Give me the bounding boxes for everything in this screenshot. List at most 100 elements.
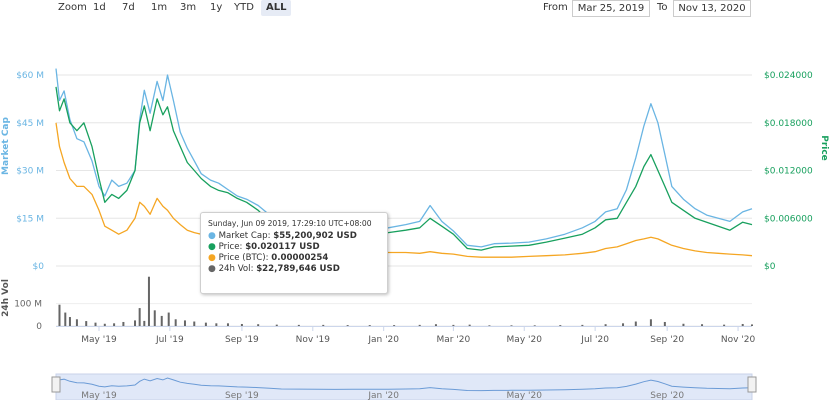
navigator-tick-label: May '20 <box>507 391 543 400</box>
volume-bar <box>122 321 125 326</box>
x-tick-label: Mar '20 <box>436 335 470 345</box>
volume-bar <box>134 320 137 326</box>
x-tick-label: May '20 <box>507 335 543 345</box>
tooltip-date: Sunday, Jun 09 2019, 17:29:10 UTC+08:00 <box>208 219 372 228</box>
volume-bar <box>622 323 625 326</box>
volume-bar <box>533 325 536 326</box>
volume-bar <box>138 308 141 326</box>
y-right-tick-label: $0.006000 <box>764 214 813 224</box>
y-left-axis-title: Market Cap <box>1 117 11 175</box>
volume-bar <box>160 315 163 326</box>
volume-bar <box>741 323 744 326</box>
volume-bar <box>64 312 67 326</box>
volume-bar <box>193 321 196 326</box>
tooltip-row-price-btc: ● Price (BTC): 0.00000254 <box>208 253 380 264</box>
volume-bar <box>153 310 156 326</box>
navigator-tick-label: Sep '19 <box>225 391 259 400</box>
volume-bar <box>174 319 177 326</box>
volume-bar <box>452 324 455 326</box>
navigator-handle[interactable] <box>747 376 757 393</box>
volume-bar <box>297 324 300 326</box>
volume-bar <box>434 324 437 326</box>
tooltip-row-market-cap: ● Market Cap: $55,200,902 USD <box>208 231 380 242</box>
x-tick-label: Jul '20 <box>580 335 609 345</box>
volume-bar <box>147 276 150 326</box>
x-tick-label: Nov '19 <box>296 335 331 345</box>
volume-bar <box>393 325 396 326</box>
x-tick-label: May '19 <box>81 335 117 345</box>
x-tick-label: Nov '20 <box>721 335 756 345</box>
market-cap-line <box>55 68 753 248</box>
volume-bar <box>75 319 78 326</box>
volume-bar <box>240 323 243 326</box>
navigator-handle[interactable] <box>51 376 61 393</box>
volume-bar <box>663 321 666 326</box>
volume-bar <box>346 325 349 326</box>
volume-bar <box>322 324 325 326</box>
price-dot-icon: ● <box>208 242 216 252</box>
volume-bar <box>510 325 513 326</box>
market-cap-dot-icon: ● <box>208 231 216 241</box>
volume-bar <box>204 322 207 326</box>
y-left-tick-label: $15 M <box>16 214 44 224</box>
tooltip-row-volume: ● 24h Vol: $22,789,646 USD <box>208 264 380 275</box>
volume-bar <box>85 321 88 326</box>
tooltip-label: 24h Vol: <box>218 264 254 274</box>
x-tick-label: Sep '20 <box>650 335 684 345</box>
x-tick-label: Sep '19 <box>225 335 259 345</box>
volume-bar <box>701 324 704 326</box>
volume-bar <box>368 325 371 326</box>
tooltip-row-price: ● Price: $0.020117 USD <box>208 242 380 253</box>
volume-bar <box>723 324 726 326</box>
volume-bar <box>488 325 491 326</box>
volume-bar <box>751 324 753 326</box>
price-chart[interactable]: $0 $15 M $30 M $45 M $60 M $0 $0.006000 $0.0120… <box>0 0 830 400</box>
price-line <box>55 86 753 251</box>
volume-bar <box>183 320 186 326</box>
volume-bar <box>113 323 116 326</box>
x-tick-label: Jul '19 <box>155 335 184 345</box>
volume-bar <box>94 322 97 326</box>
volume-bar <box>257 324 260 326</box>
tooltip-value: $22,789,646 USD <box>256 264 340 274</box>
volume-bar <box>649 319 652 326</box>
tooltip-label: Price (BTC): <box>218 253 269 263</box>
volume-axis-title: 24h Vol <box>1 279 11 317</box>
navigator-window <box>55 373 753 400</box>
volume-tick-label: 0 <box>36 322 42 332</box>
volume-bar <box>581 324 584 326</box>
y-right-tick-label: $0.012000 <box>764 167 813 177</box>
volume-dot-icon: ● <box>208 264 216 274</box>
tooltip-value: $55,200,902 USD <box>273 231 357 241</box>
volume-bar <box>275 324 278 326</box>
tooltip-value: $0.020117 USD <box>245 242 320 252</box>
volume-bar <box>226 323 229 326</box>
y-left-tick-label: $45 M <box>16 119 44 129</box>
volume-bar <box>143 320 146 326</box>
volume-bar <box>58 304 61 326</box>
y-left-tick-label: $0 <box>33 262 45 272</box>
tooltip-value: 0.00000254 <box>271 253 329 263</box>
volume-bar <box>167 312 170 326</box>
volume-bar <box>634 321 637 326</box>
tooltip-label: Price: <box>218 242 243 252</box>
tooltip-label: Market Cap: <box>218 231 271 241</box>
volume-tick-label: 100 M <box>14 300 42 310</box>
chart-container: Zoom 1d 7d 1m 3m 1y YTD ALL From Mar 25,… <box>0 0 830 400</box>
volume-bar <box>68 317 71 326</box>
navigator-tick-label: Jan '20 <box>367 391 399 400</box>
navigator-tick-label: Sep '20 <box>650 391 684 400</box>
chart-tooltip: Sunday, Jun 09 2019, 17:29:10 UTC+08:00 … <box>200 212 388 294</box>
volume-bar <box>604 324 607 326</box>
y-right-tick-label: $0.018000 <box>764 119 813 129</box>
y-left-tick-label: $30 M <box>16 167 44 177</box>
volume-bar <box>215 323 218 326</box>
y-right-axis-title: Price <box>819 135 829 161</box>
price-btc-dot-icon: ● <box>208 253 216 263</box>
volume-bar <box>559 325 562 326</box>
volume-bar <box>682 323 685 326</box>
navigator-tick-label: May '19 <box>81 391 117 400</box>
volume-bar <box>418 324 421 326</box>
y-left-tick-label: $60 M <box>16 71 44 81</box>
y-right-tick-label: $0.024000 <box>764 71 813 81</box>
